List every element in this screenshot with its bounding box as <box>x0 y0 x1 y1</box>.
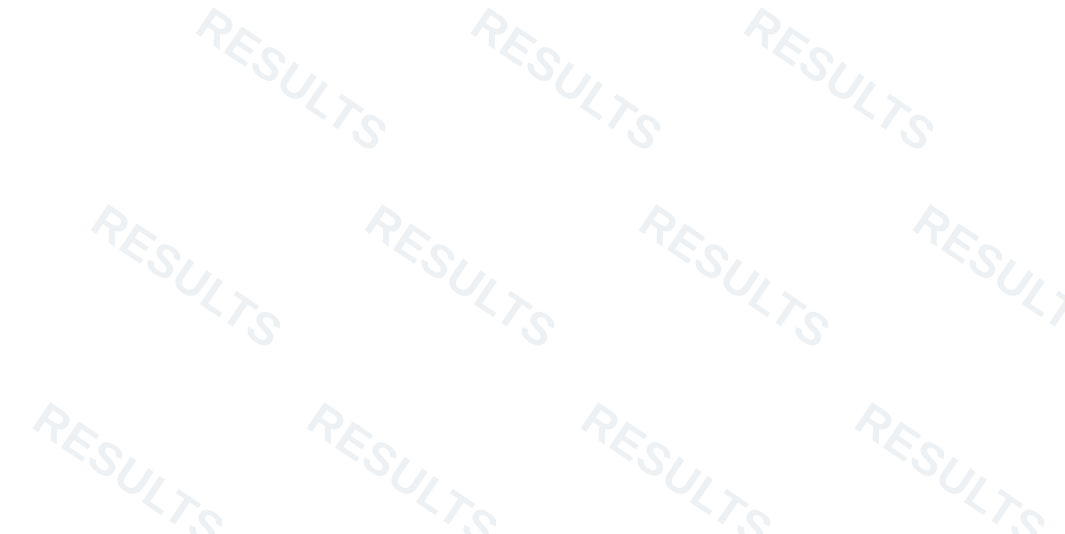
watermark-layer: RESULTS RESULTS RESULTS RESULTS RESULTS … <box>0 0 1065 534</box>
results-watermark: RESULTS <box>462 0 673 163</box>
results-watermark: RESULTS <box>24 391 235 534</box>
results-watermark: RESULTS <box>630 193 841 360</box>
results-watermark: RESULTS <box>904 193 1065 360</box>
results-watermark: RESULTS <box>356 193 567 360</box>
results-watermark: RESULTS <box>735 0 946 163</box>
results-watermark: RESULTS <box>187 0 398 163</box>
results-watermark: RESULTS <box>846 391 1057 534</box>
results-watermark: RESULTS <box>82 193 293 360</box>
results-watermark: RESULTS <box>572 391 783 534</box>
results-watermark: RESULTS <box>298 391 509 534</box>
